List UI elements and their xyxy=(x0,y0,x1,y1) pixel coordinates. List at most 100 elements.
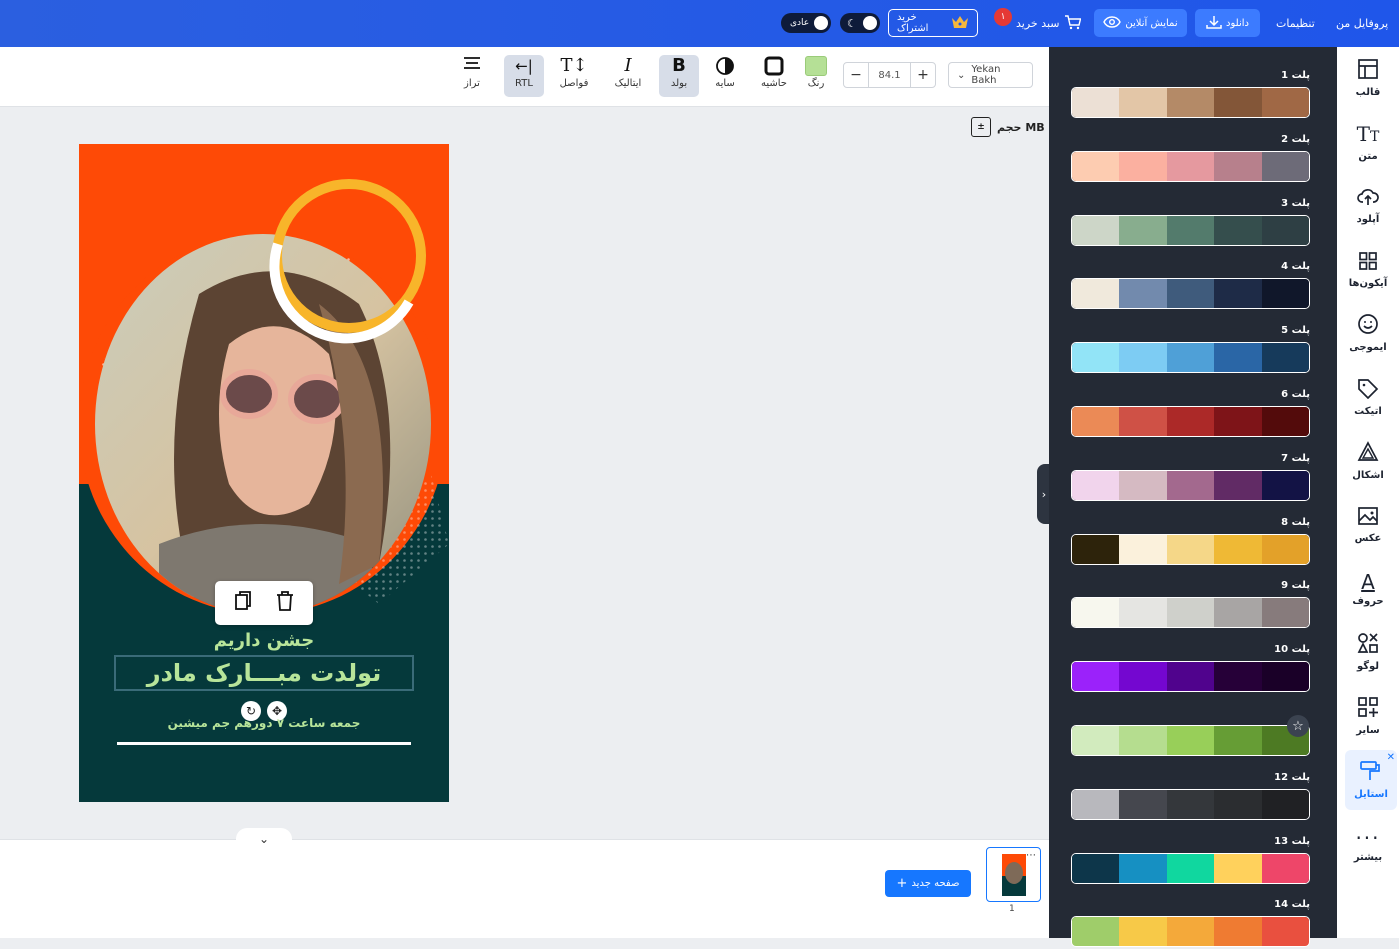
palette-swatch[interactable] xyxy=(1072,151,1120,181)
palette-6[interactable]: پلت 6 xyxy=(1071,389,1310,439)
palette-strip[interactable] xyxy=(1071,533,1310,565)
palette-swatch[interactable] xyxy=(1261,853,1309,883)
palette-swatch[interactable] xyxy=(1214,789,1262,819)
palette-swatch[interactable] xyxy=(1119,407,1167,436)
palette-strip[interactable] xyxy=(1071,916,1310,948)
sidebar-item-10[interactable]: لوگو xyxy=(1337,624,1399,680)
increase-size-button[interactable]: + xyxy=(911,63,935,87)
palette-swatch[interactable] xyxy=(1119,343,1167,373)
palette-swatch[interactable] xyxy=(1166,917,1215,947)
palette-13[interactable]: پلت 13 xyxy=(1071,836,1310,886)
palette-swatch[interactable] xyxy=(1261,917,1309,947)
palette-12[interactable]: پلت 12 xyxy=(1071,772,1310,822)
design-divider-line[interactable] xyxy=(117,742,411,745)
palette-swatch[interactable] xyxy=(1214,279,1262,309)
palette-swatch[interactable] xyxy=(1214,88,1262,117)
palette-strip[interactable] xyxy=(1071,150,1310,182)
cart-link[interactable]: سبد خرید xyxy=(1016,0,1081,47)
design-text-main[interactable]: تولدت مبـــارک مادر xyxy=(147,659,381,687)
palette-swatch[interactable] xyxy=(1166,343,1215,373)
palette-9[interactable]: پلت 9 xyxy=(1071,580,1310,630)
palette-swatch[interactable] xyxy=(1119,534,1167,564)
sidebar-item-8[interactable]: عکس xyxy=(1337,497,1399,553)
palette-8[interactable]: پلت 8 xyxy=(1071,517,1310,567)
online-preview-button[interactable]: نمایش آنلاین xyxy=(1094,9,1187,37)
palette-strip[interactable] xyxy=(1071,278,1310,310)
palette-swatch[interactable] xyxy=(1072,726,1120,755)
palette-swatch[interactable] xyxy=(1072,853,1120,883)
bold-tool[interactable]: B بولد xyxy=(659,55,699,97)
decrease-size-button[interactable]: − xyxy=(844,63,868,87)
design-text-top[interactable]: جشن داریم xyxy=(79,630,449,651)
palette-swatch[interactable] xyxy=(1072,789,1120,819)
palette-swatch[interactable] xyxy=(1261,343,1309,373)
palette-2[interactable]: پلت 2 xyxy=(1071,134,1310,184)
profile-link[interactable]: پروفایل من xyxy=(1336,0,1388,47)
palette-swatch[interactable] xyxy=(1261,789,1309,819)
shadow-tool[interactable]: سایه xyxy=(705,55,745,97)
palette-swatch[interactable] xyxy=(1261,279,1309,309)
sidebar-item-9[interactable]: A حروف xyxy=(1337,560,1399,616)
pages-bar-toggle[interactable]: ⌄ xyxy=(236,828,292,850)
palette-swatch[interactable] xyxy=(1119,917,1167,947)
palette-swatch[interactable] xyxy=(1214,343,1262,373)
sidebar-item-12[interactable]: استایل ✕ xyxy=(1345,750,1397,810)
spacing-tool[interactable]: T↕ فواصل xyxy=(554,55,594,97)
palette-14[interactable]: پلت 14 xyxy=(1071,899,1310,949)
subscribe-button[interactable]: خرید اشتراک xyxy=(888,9,978,37)
palette-swatch[interactable] xyxy=(1119,662,1167,692)
palette-swatch[interactable] xyxy=(1166,853,1215,883)
palette-swatch[interactable] xyxy=(1166,789,1215,819)
page-thumbnail[interactable]: ⋯ xyxy=(986,847,1041,902)
palette-swatch[interactable] xyxy=(1214,151,1262,181)
palette-swatch[interactable] xyxy=(1119,726,1167,755)
sidebar-item-1[interactable]: قالب xyxy=(1337,50,1399,106)
color-tool[interactable]: رنگ xyxy=(796,55,836,97)
border-tool[interactable]: حاشیه xyxy=(754,55,794,97)
palette-swatch[interactable] xyxy=(1119,151,1167,181)
design-text-main-selected[interactable]: تولدت مبـــارک مادر xyxy=(114,655,414,691)
palette-swatch[interactable] xyxy=(1166,407,1215,436)
palette-swatch[interactable] xyxy=(1072,215,1120,245)
font-family-select[interactable]: ⌄ Yekan Bakh xyxy=(948,62,1033,88)
download-button[interactable]: دانلود xyxy=(1195,9,1260,37)
palette-swatch[interactable] xyxy=(1166,534,1215,564)
close-icon[interactable]: ✕ xyxy=(1387,752,1395,763)
italic-tool[interactable]: I ایتالیک xyxy=(608,55,648,97)
palette-strip[interactable] xyxy=(1071,661,1310,693)
palette-swatch[interactable] xyxy=(1261,598,1309,628)
palette-swatch[interactable] xyxy=(1261,407,1309,436)
palette-11[interactable] xyxy=(1071,708,1310,758)
palette-1[interactable]: پلت 1 xyxy=(1071,70,1310,120)
rtl-tool[interactable]: ←| RTL xyxy=(504,55,544,97)
sidebar-item-13[interactable]: ··· بیشتر xyxy=(1337,816,1399,872)
palette-swatch[interactable] xyxy=(1261,151,1309,181)
palette-swatch[interactable] xyxy=(1119,789,1167,819)
palette-swatch[interactable] xyxy=(1214,598,1262,628)
palette-swatch[interactable] xyxy=(1214,215,1262,245)
palette-swatch[interactable] xyxy=(1166,726,1215,755)
palette-swatch[interactable] xyxy=(1214,470,1262,500)
palette-strip[interactable] xyxy=(1071,469,1310,501)
palette-swatch[interactable] xyxy=(1072,343,1120,373)
palette-swatch[interactable] xyxy=(1166,215,1215,245)
palette-swatch[interactable] xyxy=(1072,279,1120,309)
palette-swatch[interactable] xyxy=(1072,470,1120,500)
palette-swatch[interactable] xyxy=(1214,917,1262,947)
font-size-stepper[interactable]: − 84.1 + xyxy=(843,62,936,88)
palette-swatch[interactable] xyxy=(1261,215,1309,245)
palette-swatch[interactable] xyxy=(1072,917,1120,947)
palette-swatch[interactable] xyxy=(1119,88,1167,117)
palette-swatch[interactable] xyxy=(1214,407,1262,436)
palette-strip[interactable] xyxy=(1071,87,1310,118)
duplicate-icon[interactable] xyxy=(233,590,253,616)
palette-swatch[interactable] xyxy=(1072,662,1120,692)
palette-swatch[interactable] xyxy=(1261,470,1309,500)
add-favorite-icon[interactable]: ☆ xyxy=(1287,715,1309,737)
sidebar-item-7[interactable]: اشکال xyxy=(1337,433,1399,489)
trash-icon[interactable] xyxy=(275,590,295,616)
sidebar-item-11[interactable]: سایر xyxy=(1337,688,1399,744)
palette-strip[interactable] xyxy=(1071,214,1310,246)
sidebar-item-4[interactable]: آیکون‌ها xyxy=(1337,242,1399,298)
dark-mode-toggle[interactable]: ☾ xyxy=(840,13,880,33)
